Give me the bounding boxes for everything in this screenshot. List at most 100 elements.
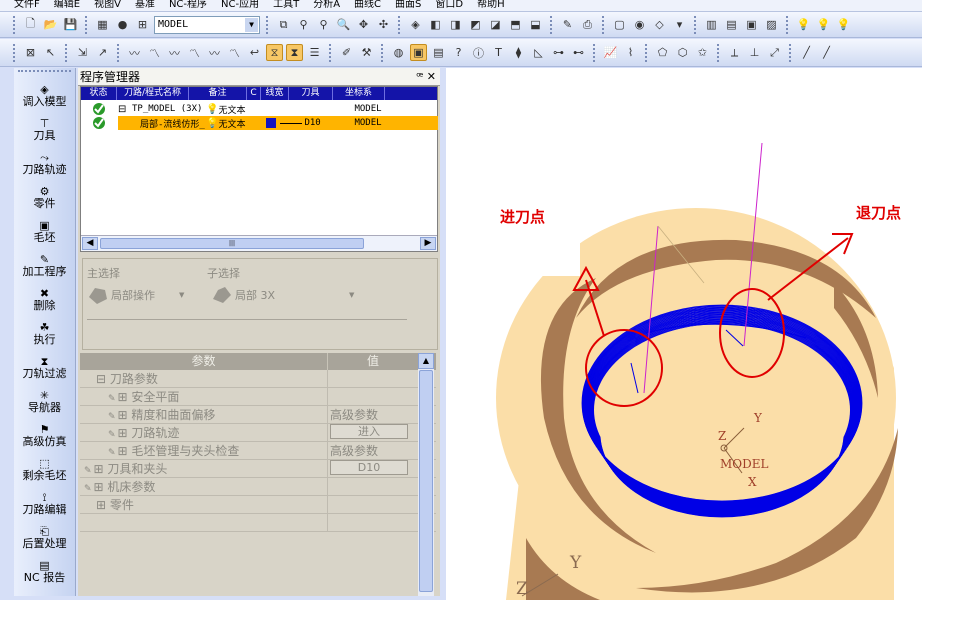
- param-value-button[interactable]: D10: [330, 460, 408, 475]
- axis-3-icon[interactable]: ⤢: [766, 44, 783, 61]
- box-icon[interactable]: ▢: [611, 16, 628, 33]
- column-header[interactable]: 刀具: [289, 87, 333, 100]
- light-bulb-on-icon[interactable]: 💡: [815, 16, 832, 33]
- curve-1-icon[interactable]: 〰: [126, 44, 143, 61]
- top-view-icon[interactable]: ⬒: [507, 16, 524, 33]
- vertical-scrollbar[interactable]: ▲: [418, 353, 434, 596]
- light-bulb-icon[interactable]: 💡: [795, 16, 812, 33]
- leftbar-item[interactable]: ▤ NC 报告: [14, 552, 75, 586]
- program-manager-icon[interactable]: ▣: [410, 44, 427, 61]
- wireframe-icon[interactable]: ◇: [651, 16, 668, 33]
- param-row[interactable]: [80, 514, 436, 532]
- chart-icon[interactable]: 📈: [602, 44, 619, 61]
- tool-check-icon[interactable]: ⚒: [358, 44, 375, 61]
- scroll-left-icon[interactable]: ◀: [82, 237, 98, 250]
- menu-item[interactable]: NC-程序: [169, 0, 207, 10]
- column-header[interactable]: 刀路/程式名称: [117, 87, 189, 100]
- menu-item[interactable]: 分析A: [313, 0, 340, 10]
- menu-item[interactable]: 视图V: [94, 0, 121, 10]
- param-row[interactable]: ✎ ⊞ 机床参数: [80, 478, 436, 496]
- color-swatch[interactable]: [266, 118, 277, 128]
- magnify-icon[interactable]: 🔍: [335, 16, 352, 33]
- column-header[interactable]: 坐标系: [333, 87, 385, 100]
- print-icon[interactable]: ⎙: [579, 16, 596, 33]
- toolpath-scene[interactable]: Y Z MODEL X Y Z: [446, 68, 922, 600]
- help-icon[interactable]: ?: [450, 44, 467, 61]
- workplane-icon[interactable]: ⊞: [134, 16, 151, 33]
- display-mode-icon[interactable]: ▾: [671, 16, 688, 33]
- move-icon[interactable]: ⇲: [74, 44, 91, 61]
- measure-icon[interactable]: ✎: [559, 16, 576, 33]
- panel-3-icon[interactable]: ▣: [743, 16, 760, 33]
- cursor-x-icon[interactable]: ↖: [42, 44, 59, 61]
- face-icon[interactable]: ◺: [530, 44, 547, 61]
- axis-1-icon[interactable]: ⟂: [726, 44, 743, 61]
- param-row[interactable]: ⊟ 刀路参数: [80, 370, 436, 388]
- surface-1-icon[interactable]: ⬠: [654, 44, 671, 61]
- graphics-viewport[interactable]: Y Z MODEL X Y Z 进刀点 退刀点: [446, 68, 922, 600]
- param-row[interactable]: ⊞ 零件: [80, 496, 436, 514]
- menu-item[interactable]: 基准: [135, 0, 155, 10]
- program-row[interactable]: 局部-流线仿形_ 💡 无文本 D10 MODEL: [81, 116, 438, 130]
- pan-icon[interactable]: ✥: [355, 16, 372, 33]
- column-header[interactable]: C: [247, 87, 261, 100]
- param-value-button[interactable]: 进入: [330, 424, 408, 439]
- edit-curve-icon[interactable]: ✐: [338, 44, 355, 61]
- chevron-down-icon[interactable]: ▼: [245, 17, 258, 32]
- param-row[interactable]: ✎ ⊞ 安全平面: [80, 388, 436, 406]
- leftbar-item[interactable]: ⎗ 后置处理: [14, 518, 75, 552]
- model-combo[interactable]: MODEL ▼: [154, 15, 260, 34]
- info-icon[interactable]: ⓘ: [470, 44, 487, 61]
- select-icon[interactable]: ⊠: [22, 44, 39, 61]
- line-2-icon[interactable]: ╱: [818, 44, 835, 61]
- leftbar-item[interactable]: ⤳ 刀路轨迹: [14, 144, 75, 178]
- axis-2-icon[interactable]: ⊥: [746, 44, 763, 61]
- leftbar-item[interactable]: ⟟ 刀路编辑: [14, 484, 75, 518]
- toolpath-toggle-icon[interactable]: ⧖: [266, 44, 283, 61]
- panel-4-icon[interactable]: ▨: [763, 16, 780, 33]
- shade-icon[interactable]: ●: [114, 16, 131, 33]
- scroll-thumb[interactable]: |||: [100, 238, 364, 249]
- curve-2-icon[interactable]: 〽: [146, 44, 163, 61]
- zoom-in-icon[interactable]: ⚲: [295, 16, 312, 33]
- chevron-down-icon[interactable]: ▼: [349, 291, 354, 299]
- surface-2-icon[interactable]: ⬡: [674, 44, 691, 61]
- curve-5-icon[interactable]: 〰: [206, 44, 223, 61]
- toolpath-show-icon[interactable]: ⧗: [286, 44, 303, 61]
- zoom-window-icon[interactable]: ⧉: [275, 16, 292, 33]
- right-view-icon[interactable]: ◪: [487, 16, 504, 33]
- menu-item[interactable]: 帮助H: [477, 0, 505, 10]
- menu-item[interactable]: 编辑E: [54, 0, 80, 10]
- tree-icon[interactable]: ⊶: [550, 44, 567, 61]
- column-header[interactable]: 备注: [189, 87, 247, 100]
- leftbar-item[interactable]: ⚙ 零件: [14, 178, 75, 212]
- left-view-icon[interactable]: ◩: [467, 16, 484, 33]
- open-file-icon[interactable]: 📂: [42, 16, 59, 33]
- light-off-icon[interactable]: 💡: [835, 16, 852, 33]
- curve-4-icon[interactable]: 〽: [186, 44, 203, 61]
- zoom-fit-icon[interactable]: ⚲: [315, 16, 332, 33]
- tree-2-icon[interactable]: ⊷: [570, 44, 587, 61]
- tool-lib-icon[interactable]: T: [490, 44, 507, 61]
- panel-2-icon[interactable]: ▤: [723, 16, 740, 33]
- curve-6-icon[interactable]: 〽: [226, 44, 243, 61]
- layer-icon[interactable]: ▦: [94, 16, 111, 33]
- scroll-right-icon[interactable]: ▶: [420, 237, 436, 250]
- line-1-icon[interactable]: ╱: [798, 44, 815, 61]
- geometry-icon[interactable]: ◍: [390, 44, 407, 61]
- sub-select-combo[interactable]: 局部 3X ▼: [211, 285, 354, 305]
- save-icon[interactable]: 💾: [62, 16, 79, 33]
- leftbar-item[interactable]: ⚑ 高级仿真: [14, 416, 75, 450]
- curve-3-icon[interactable]: 〰: [166, 44, 183, 61]
- chevron-down-icon[interactable]: ▼: [179, 291, 184, 299]
- leftbar-item[interactable]: ◈ 调入模型: [14, 76, 75, 110]
- scroll-up-icon[interactable]: ▲: [418, 353, 434, 369]
- param-row[interactable]: ✎ ⊞ 刀具和夹头 D10: [80, 460, 436, 478]
- column-header[interactable]: 状态: [81, 87, 117, 100]
- render-icon[interactable]: ◉: [631, 16, 648, 33]
- iso-view-icon[interactable]: ◈: [407, 16, 424, 33]
- surface-3-icon[interactable]: ✩: [694, 44, 711, 61]
- menu-item[interactable]: 曲面S: [395, 0, 421, 10]
- leftbar-item[interactable]: ▣ 毛坯: [14, 212, 75, 246]
- node-icon[interactable]: ⧫: [510, 44, 527, 61]
